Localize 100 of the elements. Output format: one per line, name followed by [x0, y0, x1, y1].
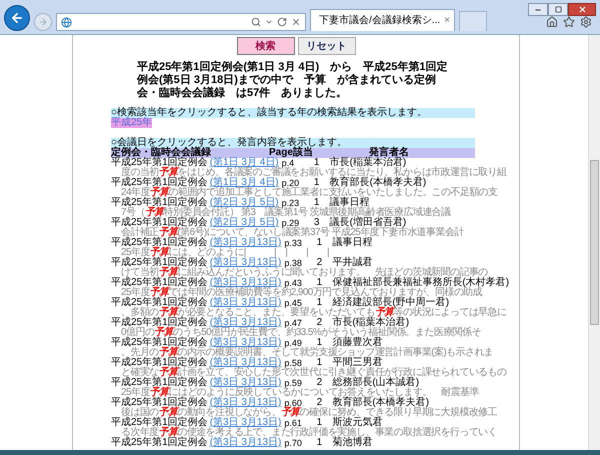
reset-button[interactable]: リセット: [298, 37, 356, 55]
forward-arrow-icon: [38, 17, 48, 27]
browser-tab[interactable]: 下妻市議会/会議録検索シ... ×: [310, 9, 455, 31]
meeting-day-link[interactable]: (第1日 3月 4日): [210, 158, 279, 168]
page-number: p.61: [284, 418, 302, 428]
column-header: Page該当: [269, 148, 313, 158]
speaker-name: 市長(稲葉本治君): [330, 158, 406, 168]
speaker-name: 議事日程: [330, 198, 370, 208]
column-header: 発言者名: [369, 148, 409, 158]
speaker-name: 保健福祉部長兼福祉事務所長(木村孝君): [332, 278, 510, 288]
session-name: 平成25年第1回定例会: [111, 398, 208, 408]
meeting-day-link[interactable]: (第3日 3月13日): [210, 318, 282, 328]
meeting-day-link[interactable]: (第3日 3月13日): [210, 378, 282, 388]
meeting-day-link[interactable]: (第3日 3月13日): [210, 338, 282, 348]
hit-count: 1: [316, 438, 324, 448]
session-name: 平成25年第1回定例会: [111, 278, 208, 288]
meeting-day-link[interactable]: (第3日 3月13日): [210, 278, 282, 288]
page-number: p.58: [284, 358, 302, 368]
meeting-day-link[interactable]: (第3日 3月13日): [210, 358, 282, 368]
tab-title: 下妻市議会/会議録検索シ...: [319, 14, 440, 28]
column-header: 定例会・臨時会会議録: [111, 148, 211, 158]
excerpt-text: 25年度予算では年間の医療補助費等を約2,900万円で見込んでおりますが、同様の助成: [121, 288, 483, 298]
back-button[interactable]: [4, 5, 30, 31]
tab-close-button[interactable]: ×: [444, 13, 450, 28]
meeting-day-link[interactable]: (第3日 3月13日): [210, 418, 282, 428]
excerpt-text: 7号（予算特別委員会付託） 第3 議案第1号 茨城県後期高齢者医療広域連合議: [121, 208, 452, 218]
settings-icon[interactable]: [580, 16, 592, 28]
hit-count: 1: [314, 158, 320, 168]
page-number: p.60: [284, 398, 302, 408]
session-name: 平成25年第1回定例会: [111, 338, 208, 348]
speaker-name: 議長(増田省吾君): [330, 218, 406, 228]
hit-count: 1: [316, 418, 322, 428]
speaker-name: 教育部長(本橋孝夫君): [332, 398, 430, 408]
speaker-name: 須藤豊次君: [332, 338, 382, 348]
scrollbar-thumb[interactable]: [590, 160, 599, 325]
favorites-icon[interactable]: [563, 16, 575, 28]
speaker-name: 斯波元気君: [332, 418, 382, 428]
close-button[interactable]: [568, 3, 596, 16]
meeting-day-link[interactable]: (第2日 3月 5日): [210, 218, 279, 228]
meeting-day-link[interactable]: (第3日 3月13日): [210, 398, 282, 408]
scrollbar[interactable]: [588, 35, 600, 450]
hit-count: 1: [316, 278, 322, 288]
browser-icon: [61, 16, 72, 28]
hit-count: 1: [316, 298, 324, 308]
excerpt-text: 25年度予算にはどのように反映しているかについてお答えをいたします。 耐震基準: [121, 388, 480, 398]
session-name: 平成25年第1回定例会: [111, 198, 208, 208]
hit-count: 2: [316, 378, 324, 388]
hit-count: 1: [314, 178, 320, 188]
stop-icon[interactable]: [291, 17, 301, 27]
close-icon: [578, 5, 586, 14]
maximize-button[interactable]: [548, 3, 568, 16]
session-name: 平成25年第1回定例会: [111, 378, 208, 388]
session-name: 平成25年第1回定例会: [111, 178, 208, 188]
meeting-day-link[interactable]: (第1日 3月 4日): [210, 178, 279, 188]
home-icon[interactable]: [546, 16, 558, 28]
year-link[interactable]: 平成25年: [111, 118, 152, 128]
address-field[interactable]: [56, 13, 306, 31]
notice-text: ○検索該当年をクリックすると、該当する年の検索結果を表示します。: [111, 108, 475, 118]
search-icon[interactable]: [251, 17, 261, 27]
page-number: p.33: [284, 238, 303, 248]
meeting-day-link[interactable]: (第3日 3月13日): [210, 258, 282, 268]
hit-count: 2: [316, 258, 322, 268]
refresh-icon[interactable]: [277, 17, 287, 27]
excerpt-text: 後は国の予算の動向を注視しながら、予算の確保に努め、できる限り早期に大規模改修工: [121, 408, 498, 418]
speaker-name: 経済建設部長(野中周一君): [332, 298, 450, 308]
page-number: p.20: [282, 178, 300, 188]
session-name: 平成25年第1回定例会: [111, 158, 208, 168]
hit-count: 2: [316, 318, 322, 328]
meeting-day-link[interactable]: (第2日 3月 5日): [210, 198, 279, 208]
excerpt-text: 度の当初予算をはじめ、各議案のご審議をお願いするに当たり、私からは市政運営に取り組: [121, 168, 508, 178]
search-button[interactable]: 検索: [236, 37, 294, 55]
speaker-name: 市長(稲葉本治君): [332, 318, 410, 328]
speaker-name: 平井誠君: [332, 258, 372, 268]
result-summary: 平成25年第1回定例会(第1日 3月 4日) から 平成25年第1回定例会(第5日 3月18日)までの中で 予算 が含まれている定例会・臨時会会議録 は57件 ありました。: [137, 61, 448, 100]
page-number: p.4: [282, 158, 294, 168]
speaker-name: 平間三男君: [332, 358, 382, 368]
meeting-day-link[interactable]: (第3日 3月13日): [210, 438, 282, 448]
page-number: p.70: [284, 438, 303, 448]
excerpt-text: 、多額の予算が必要となること、また、要望をいただいても予算等の状況によっては早急に: [121, 308, 508, 318]
meeting-day-link[interactable]: (第3日 3月13日): [210, 238, 282, 248]
hit-count: 1: [314, 198, 320, 208]
excerpt-text: 。先月の予算の内示の概要説明書、そして就労支援ショップ運営計画事業(案)も示されま: [121, 348, 494, 358]
page-number: p.49: [284, 338, 302, 348]
page-number: p.29: [282, 218, 300, 228]
dropdown-icon[interactable]: [265, 18, 273, 26]
session-name: 平成25年第1回定例会: [111, 358, 208, 368]
excerpt-text: 25年度予算には、どのように| | | | |: [121, 248, 330, 258]
meeting-day-link[interactable]: (第3日 3月13日): [210, 298, 282, 308]
hit-count: 1: [316, 358, 324, 368]
excerpt-text: けて当初予算に組み込んだというふうに聞いております。 先ほどの茨城新聞の記事の: [121, 268, 488, 278]
page-number: p.47: [284, 318, 303, 328]
excerpt-text: と確実な予算計画を立て、安心した形で次世代に引き継ぐ責任が行政に課せられているもの: [121, 368, 508, 378]
page-number: p.45: [284, 298, 302, 308]
session-name: 平成25年第1回定例会: [111, 258, 208, 268]
session-name: 平成25年第1回定例会: [111, 438, 208, 448]
maximize-icon: [554, 6, 562, 13]
page-number: p.43: [284, 278, 302, 288]
excerpt-text: 0億円の予算のうち50億円が民生費で、約33.5%がそういう福祉関係、また医療関係そ: [121, 328, 482, 338]
page-number: p.59: [284, 378, 303, 388]
page-number: p.23: [282, 198, 300, 208]
